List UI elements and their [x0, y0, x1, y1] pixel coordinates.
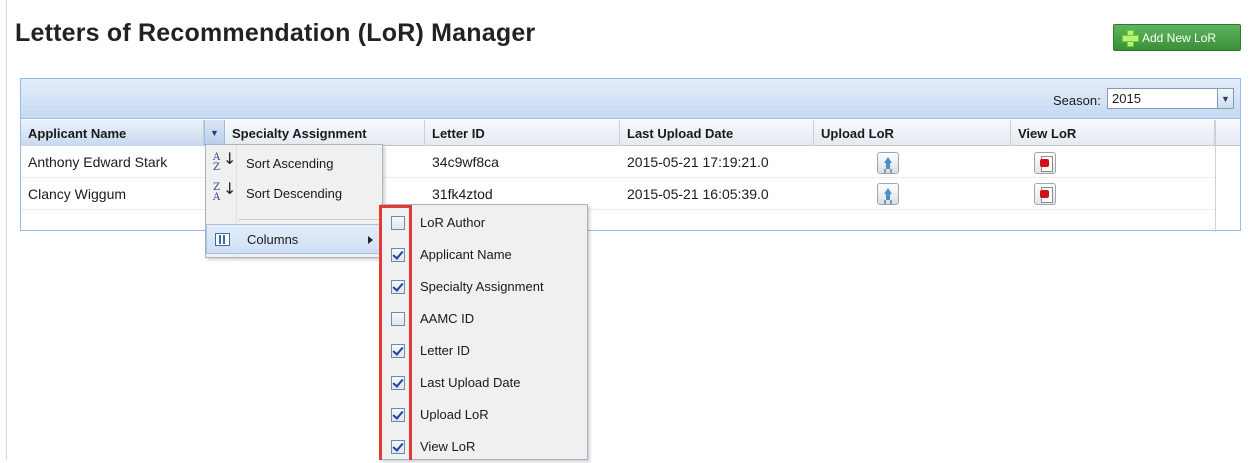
columns-icon	[215, 233, 230, 246]
column-header-view-lor[interactable]: View LoR	[1011, 120, 1215, 146]
table-row[interactable]: Anthony Edward Stark 34c9wf8ca 2015-05-2…	[21, 146, 1215, 178]
chevron-down-icon[interactable]: ▼	[1217, 88, 1234, 109]
checkbox-checked-icon[interactable]	[391, 408, 405, 422]
column-header-upload-lor[interactable]: Upload LoR	[814, 120, 1011, 146]
column-menu-trigger-icon[interactable]: ▼	[204, 120, 225, 146]
column-toggle-view-lor[interactable]: View LoR	[381, 431, 587, 463]
upload-icon[interactable]	[877, 183, 899, 205]
upload-icon[interactable]	[877, 152, 899, 174]
sort-ascending-item[interactable]: A Z ↓ Sort Ascending	[206, 149, 382, 179]
column-toggle-label: Upload LoR	[420, 407, 489, 422]
column-toggle-label: Last Upload Date	[420, 375, 521, 390]
column-toggle-label: Letter ID	[420, 343, 470, 358]
column-toggle-label: AAMC ID	[420, 311, 475, 326]
column-context-menu: A Z ↓ Sort Ascending Z A ↓ Sort Descending C…	[205, 144, 383, 258]
applicant-name-cell: Anthony Edward Stark	[28, 154, 168, 170]
pdf-icon[interactable]	[1034, 152, 1056, 174]
checkbox-icon[interactable]	[391, 312, 405, 326]
sort-descending-item[interactable]: Z A ↓ Sort Descending	[206, 179, 382, 209]
letter-id-cell: 34c9wf8ca	[432, 154, 499, 170]
pdf-icon[interactable]	[1034, 183, 1056, 205]
page-frame-edge	[6, 0, 7, 460]
sort-descending-icon: Z A ↓	[213, 179, 237, 203]
add-new-lor-label: Add New LoR	[1142, 30, 1217, 45]
column-toggle-label: View LoR	[420, 439, 476, 454]
checkbox-checked-icon[interactable]	[391, 280, 405, 294]
sort-ascending-label: Sort Ascending	[246, 156, 334, 171]
sort-descending-label: Sort Descending	[246, 186, 343, 201]
columns-submenu: LoR Author Applicant Name Specialty Assi…	[380, 204, 588, 460]
submenu-arrow-icon	[368, 236, 373, 244]
column-toggle-label: Specialty Assignment	[420, 279, 544, 294]
column-toggle-applicant-name[interactable]: Applicant Name	[381, 239, 587, 271]
add-new-lor-button[interactable]: Add New LoR	[1113, 24, 1241, 51]
column-toggle-upload-lor[interactable]: Upload LoR	[381, 399, 587, 431]
column-header-last-upload-date[interactable]: Last Upload Date	[620, 120, 814, 146]
page-title: Letters of Recommendation (LoR) Manager	[15, 19, 536, 47]
column-toggle-lor-author[interactable]: LoR Author	[381, 207, 587, 239]
checkbox-icon[interactable]	[391, 216, 405, 230]
menu-separator	[238, 219, 380, 220]
season-label: Season:	[1053, 93, 1101, 108]
column-toggle-aamc-id[interactable]: AAMC ID	[381, 303, 587, 335]
last-upload-date-cell: 2015-05-21 16:05:39.0	[627, 186, 769, 202]
checkbox-checked-icon[interactable]	[391, 376, 405, 390]
column-toggle-specialty-assignment[interactable]: Specialty Assignment	[381, 271, 587, 303]
checkbox-checked-icon[interactable]	[391, 248, 405, 262]
columns-label: Columns	[247, 232, 299, 247]
column-header-applicant-name[interactable]: Applicant Name	[21, 120, 204, 146]
last-upload-date-cell: 2015-05-21 17:19:21.0	[627, 154, 769, 170]
season-value: 2015	[1112, 91, 1141, 106]
sort-ascending-icon: A Z ↓	[213, 149, 237, 173]
column-toggle-last-upload-date[interactable]: Last Upload Date	[381, 367, 587, 399]
applicant-name-cell: Clancy Wiggum	[28, 186, 127, 202]
grid-header: Applicant Name ▼ Specialty Assignment Le…	[21, 120, 1240, 146]
column-toggle-label: Applicant Name	[420, 247, 512, 262]
grid-toolbar: Season: 2015 ▼	[21, 79, 1240, 119]
lor-grid: Season: 2015 ▼ Applicant Name ▼ Specialt…	[20, 78, 1241, 232]
checkbox-checked-icon[interactable]	[391, 440, 405, 454]
grid-scroll-divider	[1215, 120, 1216, 232]
columns-item[interactable]: Columns	[206, 224, 382, 254]
plus-icon	[1122, 30, 1139, 47]
column-toggle-label: LoR Author	[420, 215, 486, 230]
table-row[interactable]: Clancy Wiggum 31fk4ztod 2015-05-21 16:05…	[21, 178, 1215, 210]
column-header-specialty-assignment[interactable]: Specialty Assignment	[225, 120, 425, 146]
column-toggle-letter-id[interactable]: Letter ID	[381, 335, 587, 367]
season-select[interactable]: 2015 ▼	[1107, 88, 1234, 109]
checkbox-checked-icon[interactable]	[391, 344, 405, 358]
column-header-letter-id[interactable]: Letter ID	[425, 120, 620, 146]
